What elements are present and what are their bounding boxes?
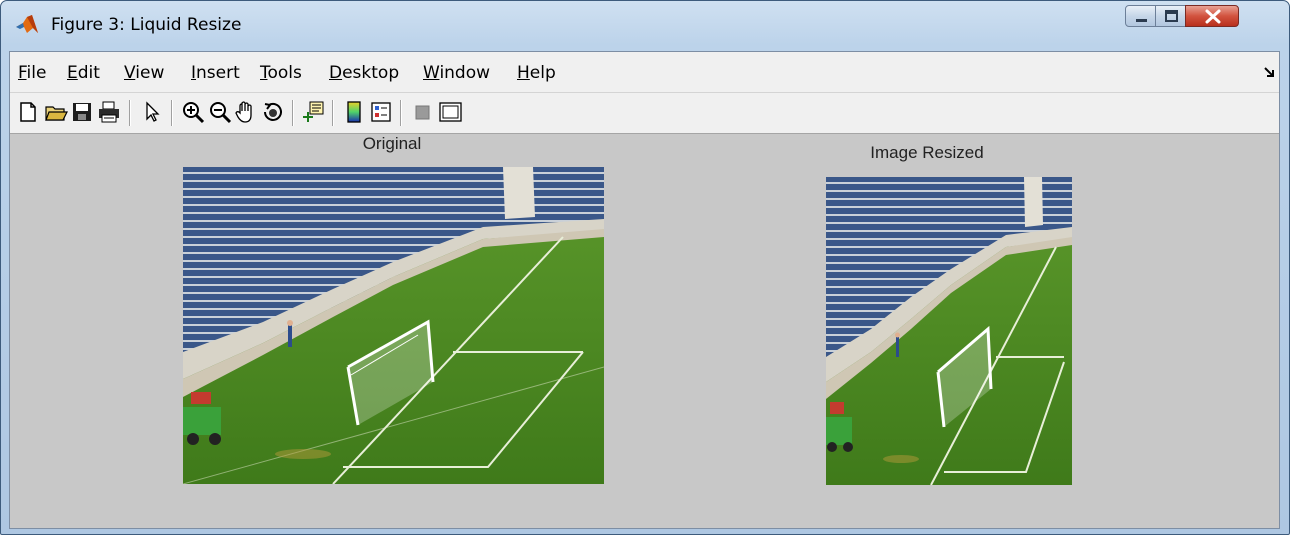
colorbar-icon[interactable] — [342, 100, 366, 124]
menu-desktop[interactable]: Desktop — [329, 63, 399, 83]
figure-toolbar — [10, 93, 1279, 134]
resized-image[interactable] — [826, 177, 1072, 485]
toolbar-separator — [400, 100, 402, 126]
axes-title-image-resized: Image Resized — [870, 143, 984, 162]
figure-window: Figure 3: Liquid Resize File Edit View I… — [0, 0, 1290, 535]
save-icon[interactable] — [70, 100, 94, 124]
pan-hand-icon[interactable] — [234, 100, 258, 124]
toolbar-separator — [332, 100, 334, 126]
matlab-logo-icon — [15, 14, 39, 36]
menu-edit[interactable]: Edit — [67, 63, 100, 83]
maximize-icon — [1165, 10, 1178, 22]
minimize-button[interactable] — [1125, 5, 1156, 27]
figure-client-area: File Edit View Insert Tools Desktop Wind… — [9, 51, 1280, 529]
menu-file[interactable]: File — [18, 63, 46, 83]
open-file-icon[interactable] — [44, 100, 68, 124]
data-cursor-icon[interactable] — [301, 100, 325, 124]
menu-help[interactable]: Help — [517, 63, 556, 83]
maximize-button[interactable] — [1155, 5, 1186, 27]
rotate-3d-icon[interactable] — [261, 100, 285, 124]
toolbar-separator — [292, 100, 294, 126]
axes-title-original: Original — [362, 134, 422, 153]
window-title: Figure 3: Liquid Resize — [51, 15, 242, 35]
menu-bar: File Edit View Insert Tools Desktop Wind… — [10, 52, 1279, 93]
hide-plot-tools-icon[interactable] — [411, 100, 435, 124]
select-arrow-icon[interactable] — [140, 100, 164, 124]
toolbar-separator — [129, 100, 131, 126]
stadium-photo-original — [183, 167, 604, 484]
title-bar[interactable]: Figure 3: Liquid Resize — [1, 1, 1289, 45]
stadium-photo-resized — [826, 177, 1072, 485]
menu-insert[interactable]: Insert — [191, 63, 240, 83]
minimize-icon — [1136, 19, 1147, 22]
toolbar-separator — [171, 100, 173, 126]
print-icon[interactable] — [97, 100, 121, 124]
show-plot-tools-icon[interactable] — [438, 100, 462, 124]
new-figure-icon[interactable] — [16, 100, 40, 124]
legend-icon[interactable] — [369, 100, 393, 124]
zoom-out-icon[interactable] — [208, 100, 232, 124]
zoom-in-icon[interactable] — [181, 100, 205, 124]
close-icon — [1205, 9, 1221, 24]
menu-window[interactable]: Window — [423, 63, 490, 83]
menu-view[interactable]: View — [124, 63, 164, 83]
close-button[interactable] — [1185, 5, 1239, 27]
original-image[interactable] — [183, 167, 604, 484]
menu-tools[interactable]: Tools — [260, 63, 302, 83]
dock-figure-icon[interactable] — [1262, 64, 1276, 78]
